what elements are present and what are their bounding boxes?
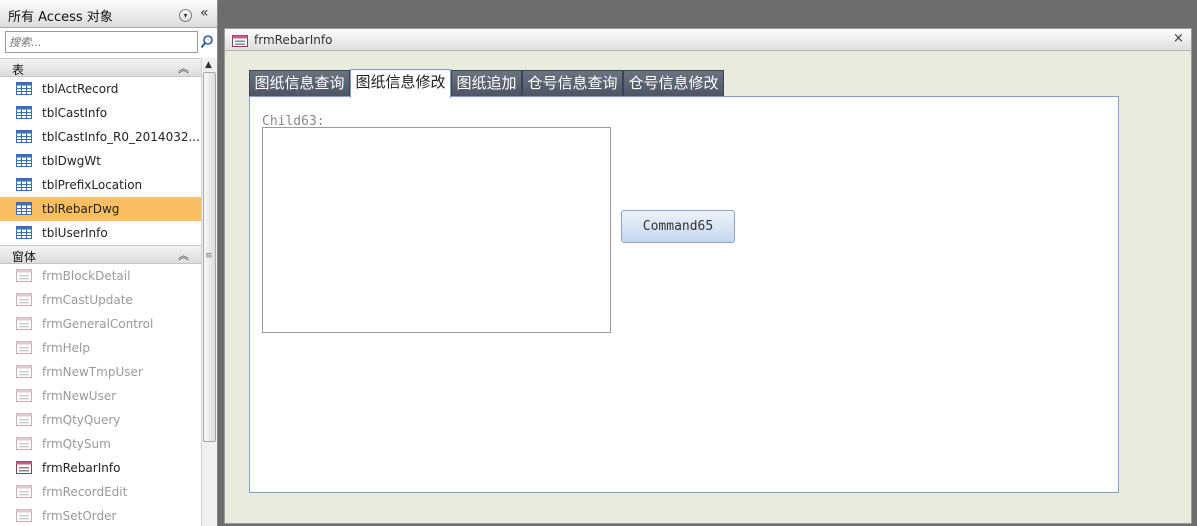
- subform-control[interactable]: [262, 127, 611, 333]
- form-icon: [16, 317, 32, 330]
- nav-table-item[interactable]: tblRebarDwg: [0, 197, 201, 221]
- form-title: frmRebarInfo: [254, 33, 333, 47]
- nav-form-item[interactable]: frmQtySum: [0, 432, 201, 456]
- nav-item-label: frmRebarInfo: [42, 461, 121, 475]
- form-window: frmRebarInfo × 图纸信息查询 图纸信息修改 图纸追加 仓号信息查询…: [224, 28, 1192, 524]
- nav-item-label: frmQtySum: [42, 437, 111, 451]
- table-icon: [16, 106, 32, 119]
- chevron-up-icon[interactable]: ︽: [178, 60, 189, 76]
- nav-item-label: tblRebarDwg: [42, 202, 120, 216]
- group-label-tables: 表: [12, 63, 25, 77]
- nav-item-label: tblUserInfo: [42, 226, 108, 240]
- group-header-tables[interactable]: 表 ︽: [0, 58, 201, 77]
- nav-pane-header[interactable]: 所有 Access 对象 ▾ «: [0, 0, 217, 28]
- table-icon: [16, 82, 32, 95]
- tab-drawing-query[interactable]: 图纸信息查询: [249, 70, 350, 96]
- table-icon: [16, 154, 32, 167]
- forms-list: frmBlockDetail frmCastUpdate frmGeneralCon…: [0, 264, 201, 526]
- nav-form-item[interactable]: frmGeneralControl: [0, 312, 201, 336]
- nav-item-label: tblDwgWt: [42, 154, 101, 168]
- nav-item-label: frmGeneralControl: [42, 317, 154, 331]
- search-input[interactable]: [6, 32, 197, 52]
- nav-form-item[interactable]: frmHelp: [0, 336, 201, 360]
- nav-table-item[interactable]: tblDwgWt: [0, 149, 201, 173]
- chevron-up-icon[interactable]: ︽: [178, 247, 189, 263]
- nav-form-item[interactable]: frmNewUser: [0, 384, 201, 408]
- nav-item-label: tblCastInfo: [42, 106, 108, 120]
- tab-block-query[interactable]: 仓号信息查询: [522, 70, 623, 96]
- nav-table-item[interactable]: tblPrefixLocation: [0, 173, 201, 197]
- nav-form-item[interactable]: frmBlockDetail: [0, 264, 201, 288]
- nav-form-item[interactable]: frmRebarInfo: [0, 456, 201, 480]
- nav-pane-title[interactable]: 所有 Access 对象: [8, 6, 113, 25]
- table-icon: [16, 202, 32, 215]
- scroll-up-icon[interactable]: ▲: [205, 60, 212, 70]
- collapse-pane-icon[interactable]: «: [200, 5, 209, 21]
- table-icon: [16, 178, 32, 191]
- form-icon: [16, 461, 32, 474]
- nav-item-label: frmHelp: [42, 341, 90, 355]
- form-icon: [16, 293, 32, 306]
- tables-list: tblActRecord tblCastInfo tblCastInfo_R0_20…: [0, 77, 201, 245]
- nav-table-item[interactable]: tblActRecord: [0, 77, 201, 101]
- form-icon: [16, 437, 32, 450]
- nav-item-label: frmBlockDetail: [42, 269, 131, 283]
- group-label-forms: 窗体: [12, 250, 37, 264]
- form-icon: [16, 341, 32, 354]
- nav-table-item[interactable]: tblCastInfo_R0_2014032...: [0, 125, 201, 149]
- nav-item-label: frmCastUpdate: [42, 293, 133, 307]
- nav-item-label: frmNewUser: [42, 389, 117, 403]
- close-icon[interactable]: ×: [1173, 31, 1184, 46]
- nav-item-label: tblPrefixLocation: [42, 178, 143, 192]
- nav-form-item[interactable]: frmSetOrder: [0, 504, 201, 526]
- scrollbar-thumb[interactable]: ≡: [203, 72, 216, 442]
- nav-form-item[interactable]: frmNewTmpUser: [0, 360, 201, 384]
- form-icon: [16, 485, 32, 498]
- chevron-down-icon[interactable]: ▾: [179, 9, 192, 22]
- grip-icon: ≡: [205, 251, 213, 261]
- tab-block-edit[interactable]: 仓号信息修改: [623, 70, 724, 96]
- nav-item-label: frmQtyQuery: [42, 413, 121, 427]
- nav-item-label: frmNewTmpUser: [42, 365, 143, 379]
- nav-form-item[interactable]: frmCastUpdate: [0, 288, 201, 312]
- nav-scrollbar[interactable]: ▲ ≡: [201, 58, 217, 526]
- nav-item-label: tblActRecord: [42, 82, 119, 96]
- search-icon[interactable]: [200, 34, 214, 50]
- table-icon: [16, 130, 32, 143]
- nav-table-item[interactable]: tblUserInfo: [0, 221, 201, 245]
- nav-item-label: frmRecordEdit: [42, 485, 128, 499]
- search-box[interactable]: [5, 31, 198, 53]
- form-icon: [16, 509, 32, 522]
- tab-page-content: Child63: Command65: [249, 96, 1119, 493]
- form-titlebar[interactable]: frmRebarInfo ×: [225, 29, 1191, 51]
- tab-drawing-edit[interactable]: 图纸信息修改: [350, 69, 451, 98]
- document-area: frmRebarInfo × 图纸信息查询 图纸信息修改 图纸追加 仓号信息查询…: [218, 0, 1197, 526]
- navigation-pane: 所有 Access 对象 ▾ « 表 ︽ tblActRecord tblCast…: [0, 0, 218, 526]
- nav-form-item[interactable]: frmQtyQuery: [0, 408, 201, 432]
- command-button[interactable]: Command65: [621, 210, 735, 243]
- form-icon: [16, 413, 32, 426]
- tab-drawing-add[interactable]: 图纸追加: [451, 70, 522, 96]
- form-icon: [16, 269, 32, 282]
- group-header-forms[interactable]: 窗体 ︽: [0, 245, 201, 264]
- form-icon: [16, 365, 32, 378]
- nav-form-item[interactable]: frmRecordEdit: [0, 480, 201, 504]
- table-icon: [16, 226, 32, 239]
- form-icon: [232, 35, 248, 47]
- nav-object-list: 表 ︽ tblActRecord tblCastInfo tblCastInfo_R…: [0, 58, 201, 526]
- nav-item-label: frmSetOrder: [42, 509, 117, 523]
- form-icon: [16, 389, 32, 402]
- nav-table-item[interactable]: tblCastInfo: [0, 101, 201, 125]
- nav-item-label: tblCastInfo_R0_2014032...: [42, 130, 200, 144]
